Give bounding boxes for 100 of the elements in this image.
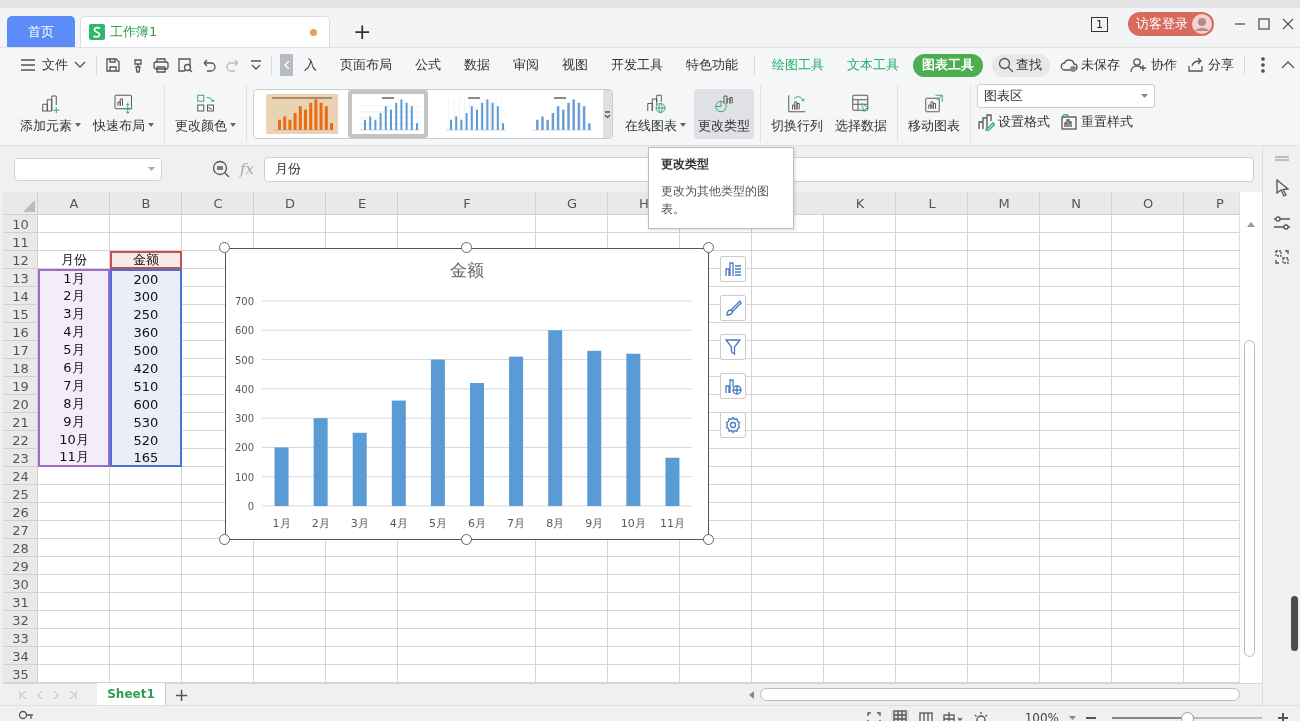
axis-label: 2月 [311,517,330,530]
axis-label: 3月 [350,517,369,530]
row-header[interactable]: 12 [3,251,38,269]
ribbon-tab[interactable]: 页面布局 [331,53,401,77]
document-tab[interactable]: 工作簿1 [80,16,330,47]
share-button[interactable]: 分享 [1187,56,1234,74]
row-header[interactable]: 32 [3,611,38,629]
row-header[interactable]: 10 [3,215,38,233]
add-sheet-button[interactable]: + [166,684,198,705]
chart[interactable]: 金额 0 100 200 300 400 500 600 700 1月 2月 3月 4月 5月 6月 7月 8月 9月 10月 11月 [225,248,709,540]
axis-label: 8月 [546,517,565,530]
row-header[interactable]: 30 [3,575,38,593]
page-count[interactable]: 1 [1091,16,1108,32]
axis-label: 100 [234,471,254,483]
row-header[interactable]: 27 [3,521,38,539]
ribbon-tab[interactable]: 数据 [455,53,499,77]
column-header[interactable]: E [326,192,398,215]
save-status[interactable]: 未保存 [1060,56,1120,74]
column-header[interactable]: K [824,192,896,215]
row-header[interactable]: 25 [3,485,38,503]
table-cell: 300 [110,287,182,305]
row-header[interactable]: 23 [3,449,38,467]
column-header[interactable]: N [1040,192,1112,215]
row-header[interactable]: 24 [3,467,38,485]
row-header[interactable]: 13 [3,269,38,287]
axis-label: 10月 [620,517,646,530]
sheet-tab[interactable]: Sheet1 [97,683,166,705]
table-cell: 510 [110,377,182,395]
row-header[interactable]: 21 [3,413,38,431]
collaborate-button[interactable]: 协作 [1130,56,1177,74]
row-header[interactable]: 11 [3,233,38,251]
chart-title: 金额 [450,260,484,280]
row-header[interactable]: 34 [3,647,38,665]
table-cell: 7月 [38,377,110,395]
axis-label: 7月 [507,517,526,530]
row-header[interactable]: 20 [3,395,38,413]
table-cell: 6月 [38,359,110,377]
table-cell: 2月 [38,287,110,305]
ribbon-button[interactable]: 添加元素 [16,88,85,139]
ribbon-tab[interactable]: 视图 [553,53,597,77]
ribbon-tab[interactable]: 入 [295,53,326,77]
search-button[interactable]: 查找 [992,53,1050,77]
column-header[interactable]: O [1112,192,1184,215]
table-cell: 600 [110,395,182,413]
row-header[interactable]: 17 [3,341,38,359]
table-cell: 9月 [38,413,110,431]
table-cell: 500 [110,341,182,359]
column-header[interactable]: C [182,192,254,215]
axis-label: 500 [234,354,254,366]
table-cell: 5月 [38,341,110,359]
axis-label: 1月 [272,517,291,530]
axis-label: 600 [234,325,254,337]
table-cell: 420 [110,359,182,377]
chart-element-dropdown[interactable]: 图表区 [977,84,1155,108]
column-header[interactable]: F [398,192,536,215]
ribbon-tab[interactable]: 开发工具 [602,53,672,77]
row-header[interactable]: 29 [3,557,38,575]
ribbon-tab[interactable]: 公式 [406,53,450,77]
ribbon-button[interactable]: 设置格式 [977,113,1050,131]
ribbon-button[interactable]: 选择数据 [831,88,891,139]
ribbon-button[interactable]: 移动图表 [904,88,964,139]
table-cell: 金额 [110,251,182,269]
ribbon-button[interactable]: 切换行列 [767,88,827,139]
row-header[interactable]: 18 [3,359,38,377]
column-header[interactable]: L [896,192,968,215]
row-header[interactable]: 35 [3,665,38,683]
zoom-level[interactable]: 100% [1024,710,1059,721]
table-cell: 8月 [38,395,110,413]
row-header[interactable]: 33 [3,629,38,647]
row-header[interactable]: 28 [3,539,38,557]
row-header[interactable]: 16 [3,323,38,341]
column-header[interactable]: B [110,192,182,215]
row-header[interactable]: 19 [3,377,38,395]
column-header[interactable]: A [38,192,110,215]
row-header[interactable]: 26 [3,503,38,521]
row-header[interactable]: 31 [3,593,38,611]
ribbon-button[interactable]: 更改类型 [694,88,754,139]
row-header[interactable]: 22 [3,431,38,449]
ribbon-button[interactable]: 在线图表 [621,88,690,139]
file-menu[interactable]: 文件 [18,53,88,77]
column-header[interactable]: G [536,192,608,215]
table-cell: 200 [110,269,182,287]
table-cell: 1月 [38,269,110,287]
ribbon-tab[interactable]: 审阅 [504,53,548,77]
row-header[interactable]: 15 [3,305,38,323]
axis-label: 200 [234,442,254,454]
ribbon-tab[interactable]: 特色功能 [677,53,747,77]
table-cell: 3月 [38,305,110,323]
table-cell: 165 [110,449,182,467]
ribbon-button[interactable]: 快速布局 [89,88,158,139]
row-header[interactable]: 14 [3,287,38,305]
ribbon-button[interactable]: 重置样式 [1060,113,1133,131]
table-cell: 360 [110,323,182,341]
column-header[interactable]: D [254,192,326,215]
login-button[interactable]: 访客登录 [1128,12,1214,36]
document-tab[interactable]: 首页 [7,16,75,47]
column-header[interactable]: M [968,192,1040,215]
ribbon-button[interactable]: 更改颜色 [171,88,240,139]
new-tab-button[interactable]: + [349,21,376,43]
tooltip-title: 更改类型 [661,156,710,173]
